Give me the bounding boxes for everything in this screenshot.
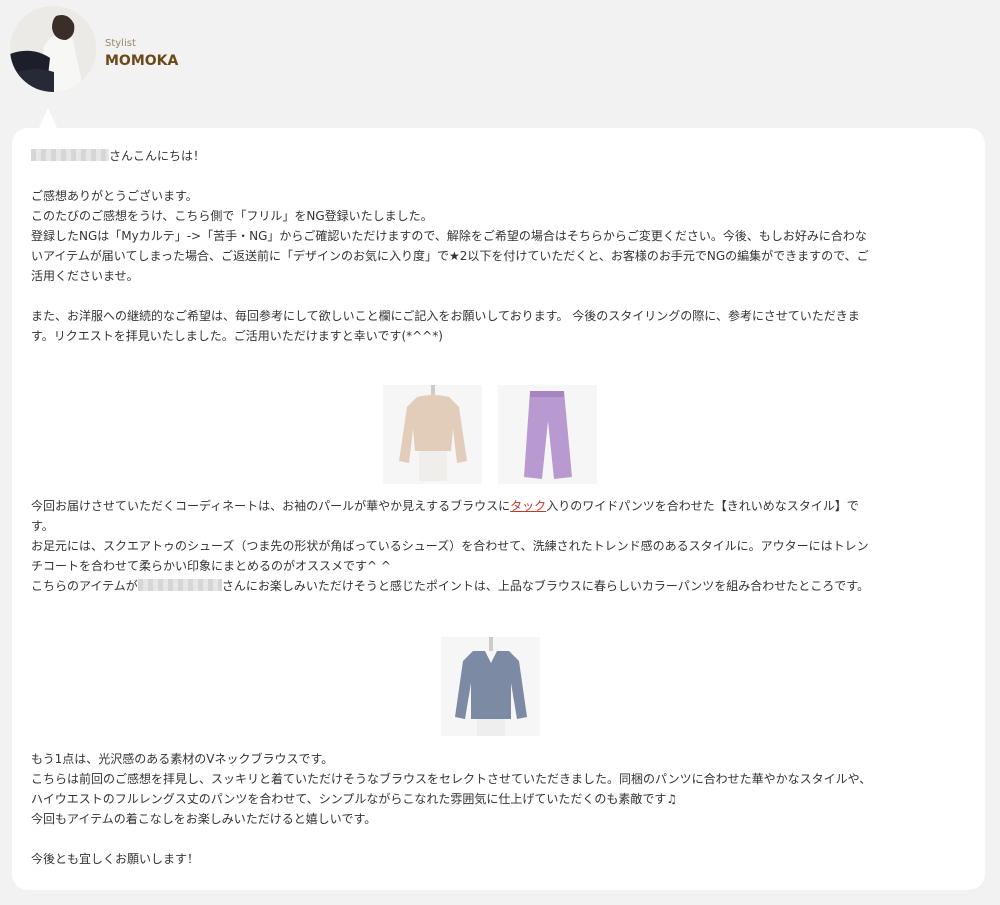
message-line: こちらは前回のご感想を拝見し、スッキリと着ていただけそうなブラウスをセレクトさせ… <box>31 772 872 786</box>
message-line: ハイウエストのフルレングス丈のパンツを合わせて、シンプルながらこなれた雰囲気に仕… <box>31 792 678 806</box>
greeting-line: さんこんにちは！ <box>31 147 967 165</box>
message-line: ご感想ありがとうございます。 <box>31 189 198 203</box>
message-line: このたびのご感想をうけ、こちら側で「フリル」をNG登録いたしました。 <box>31 209 433 223</box>
redacted-customer-name <box>137 579 222 591</box>
message-line: もう1点は、光沢感のある素材のVネックブラウスです。 <box>31 752 334 766</box>
stylist-avatar <box>10 6 96 92</box>
message-line: す。リクエストを拝見いたしました。ご活用いただけますと幸いです(*^^*) <box>31 329 443 343</box>
product-image-blouse[interactable] <box>383 385 482 484</box>
stylist-role-label: Stylist <box>105 38 136 49</box>
message-line: 登録したNGは「Myカルテ」->「苦手・NG」からご確認いただけますので、解除を… <box>31 229 867 243</box>
message-line: お足元には、スクエアトゥのシューズ（つま先の形状が角ばっているシューズ）を合わせ… <box>31 539 869 553</box>
message-line: 活用くださいませ。 <box>31 269 139 283</box>
product-image-pants[interactable] <box>498 385 597 484</box>
speech-bubble-tail <box>38 108 58 130</box>
redacted-customer-name <box>31 149 109 161</box>
closing-line: 今後とも宜しくお願いします！ <box>31 852 200 866</box>
message-line: こちらのアイテムが さんにお楽しみいただけそうと感じたポイントは、上品なブラウスに… <box>31 579 870 593</box>
message-line: いアイテムが届いてしまった場合、ご返送前に「デザインのお気に入り度」で★2以下を… <box>31 249 869 263</box>
message-line: チコートを合わせて柔らかい印象にまとめるのがオススメです^ ^ <box>31 559 391 573</box>
tuck-link[interactable]: タック <box>510 499 546 513</box>
stylist-name: MOMOKA <box>105 53 179 69</box>
message-line: 今回お届けさせていただくコーディネートは、お袖のパールが華やか見えするブラウスに… <box>31 499 859 513</box>
message-line: 今回もアイテムの着こなしをお楽しみいただけると嬉しいです。 <box>31 812 377 826</box>
message-line: また、お洋服への継続的なご希望は、毎回参考にして欲しいこと欄にご記入をお願いして… <box>31 309 860 323</box>
product-image-vneck-blouse[interactable] <box>441 637 540 736</box>
message-line: す。 <box>31 519 54 533</box>
message-bubble: さんこんにちは！ ご感想ありがとうございます。 このたびのご感想をうけ、こちら側… <box>12 128 985 890</box>
